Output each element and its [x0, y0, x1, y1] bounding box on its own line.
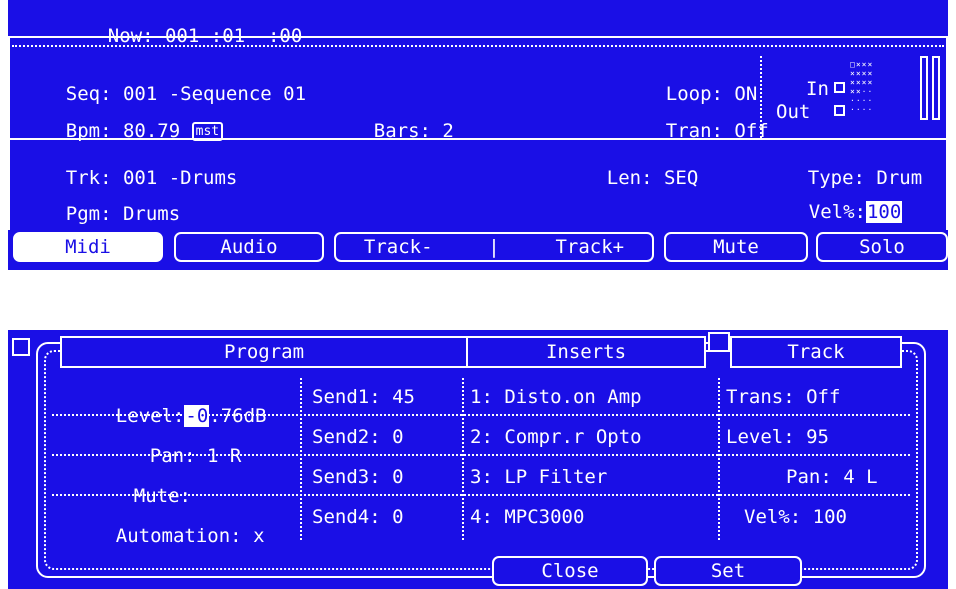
bars-field[interactable]: Bars: 2 — [328, 103, 454, 160]
insert-slot-3[interactable]: 3: LP Filter — [470, 468, 607, 487]
set-button[interactable]: Set — [654, 556, 802, 586]
send3-label: Send3: — [312, 466, 381, 488]
program-pan-value[interactable]: 1 R — [207, 445, 241, 467]
insert-2-name[interactable]: Compr.r Opto — [504, 426, 641, 448]
insert-slot-2[interactable]: 2: Compr.r Opto — [470, 428, 642, 447]
loop-value[interactable]: ON — [734, 83, 757, 105]
midi-in-label: In — [806, 78, 829, 100]
insert-3-number: 3: — [470, 466, 493, 488]
automation-label: Automation: — [115, 525, 242, 547]
midi-out-label: Out — [776, 101, 811, 123]
main-screen: Now: 001 :01 :00 Seq: 001 -Sequence 01 L… — [8, 0, 948, 270]
length-label: Len: — [606, 167, 653, 189]
insert-1-number: 1: — [470, 386, 493, 408]
program-level-cursor[interactable]: -0 — [184, 405, 210, 427]
track-trans-label: Trans: — [726, 386, 795, 408]
program-label: Pgm: — [65, 203, 112, 225]
loop-label: Loop: — [665, 83, 723, 105]
tab-program[interactable]: Program — [60, 336, 468, 368]
track-plus-button[interactable]: Track+ — [555, 236, 624, 258]
insert-3-name[interactable]: LP Filter — [504, 466, 607, 488]
track-velocity-field[interactable]: Vel%: 100 — [744, 508, 847, 527]
mid-divider — [8, 138, 948, 140]
velocity-value[interactable]: 100 — [865, 201, 903, 223]
program-value[interactable]: Drums — [123, 203, 180, 225]
send2-value[interactable]: 0 — [392, 426, 403, 448]
track-trans-field[interactable]: Trans: Off — [726, 388, 840, 407]
mute-button[interactable]: Mute — [664, 232, 808, 262]
col-divider-3 — [718, 378, 720, 540]
length-value[interactable]: SEQ — [664, 167, 698, 189]
level-meter-left — [920, 56, 928, 120]
program-level-label: Level: — [115, 405, 185, 427]
top-divider — [8, 36, 948, 38]
track-minus-button[interactable]: Track- — [364, 236, 433, 258]
track-pan-field[interactable]: Pan: 4 L — [786, 468, 878, 487]
insert-4-name[interactable]: MPC3000 — [504, 506, 584, 528]
audio-tab-button[interactable]: Audio — [174, 232, 324, 262]
mixer-dialog-screen: Program Inserts Track Level:-0.76dB Pan:… — [8, 330, 948, 589]
tab-inserts[interactable]: Inserts — [466, 336, 706, 368]
send3-value[interactable]: 0 — [392, 466, 403, 488]
dotted-separator — [12, 45, 944, 47]
track-pan-value[interactable]: 4 L — [843, 466, 877, 488]
tab-track[interactable]: Track — [730, 336, 902, 368]
col-divider-2 — [462, 378, 464, 540]
midi-tab-button[interactable]: Midi — [13, 232, 163, 262]
program-pan-label: Pan: — [149, 445, 196, 467]
insert-2-number: 2: — [470, 426, 493, 448]
send1-field[interactable]: Send1: 45 — [312, 388, 415, 407]
midi-area-divider — [760, 56, 762, 138]
close-button[interactable]: Close — [492, 556, 648, 586]
solo-button[interactable]: Solo — [816, 232, 948, 262]
track-level-label: Level: — [726, 426, 795, 448]
length-field[interactable]: Len: SEQ — [561, 150, 699, 207]
track-nav-separator: | — [488, 236, 500, 258]
insert-1-name[interactable]: Disto.on Amp — [504, 386, 641, 408]
midi-in-indicator — [834, 82, 845, 93]
sequence-value[interactable]: 001 -Sequence 01 — [123, 83, 306, 105]
velocity-label: Vel%: — [808, 201, 866, 223]
insert-slot-4[interactable]: 4: MPC3000 — [470, 508, 584, 527]
level-meter-right — [932, 56, 940, 120]
program-mute-label: Mute: — [133, 485, 191, 507]
midi-out-indicator — [834, 105, 845, 116]
send1-label: Send1: — [312, 386, 381, 408]
right-border — [946, 36, 948, 230]
send4-value[interactable]: 0 — [392, 506, 403, 528]
send2-label: Send2: — [312, 426, 381, 448]
track-velocity-label: Vel%: — [744, 506, 802, 528]
track-level-value[interactable]: 95 — [806, 426, 829, 448]
left-border — [8, 36, 10, 230]
track-pan-label: Pan: — [786, 466, 832, 488]
col-divider-1 — [300, 378, 302, 540]
sequence-label: Seq: — [65, 83, 112, 105]
tab-divider-icon — [708, 332, 730, 352]
midi-channel-grid: □××× ×××× ×××× ××·· ···· ···· — [850, 60, 874, 114]
track-level-field[interactable]: Level: 95 — [726, 428, 829, 447]
insert-4-number: 4: — [470, 506, 493, 528]
send1-value[interactable]: 45 — [392, 386, 415, 408]
automation-value[interactable]: x — [253, 525, 264, 547]
program-level-value[interactable]: .76dB — [209, 405, 266, 427]
track-nav-button[interactable]: Track- | Track+ — [334, 232, 654, 262]
track-velocity-value[interactable]: 100 — [813, 506, 847, 528]
insert-slot-1[interactable]: 1: Disto.on Amp — [470, 388, 642, 407]
automation-field[interactable]: Automation: x — [70, 508, 265, 565]
send3-field[interactable]: Send3: 0 — [312, 468, 404, 487]
send4-label: Send4: — [312, 506, 381, 528]
window-corner-icon — [12, 338, 30, 356]
send4-field[interactable]: Send4: 0 — [312, 508, 404, 527]
send2-field[interactable]: Send2: 0 — [312, 428, 404, 447]
track-trans-value[interactable]: Off — [806, 386, 840, 408]
